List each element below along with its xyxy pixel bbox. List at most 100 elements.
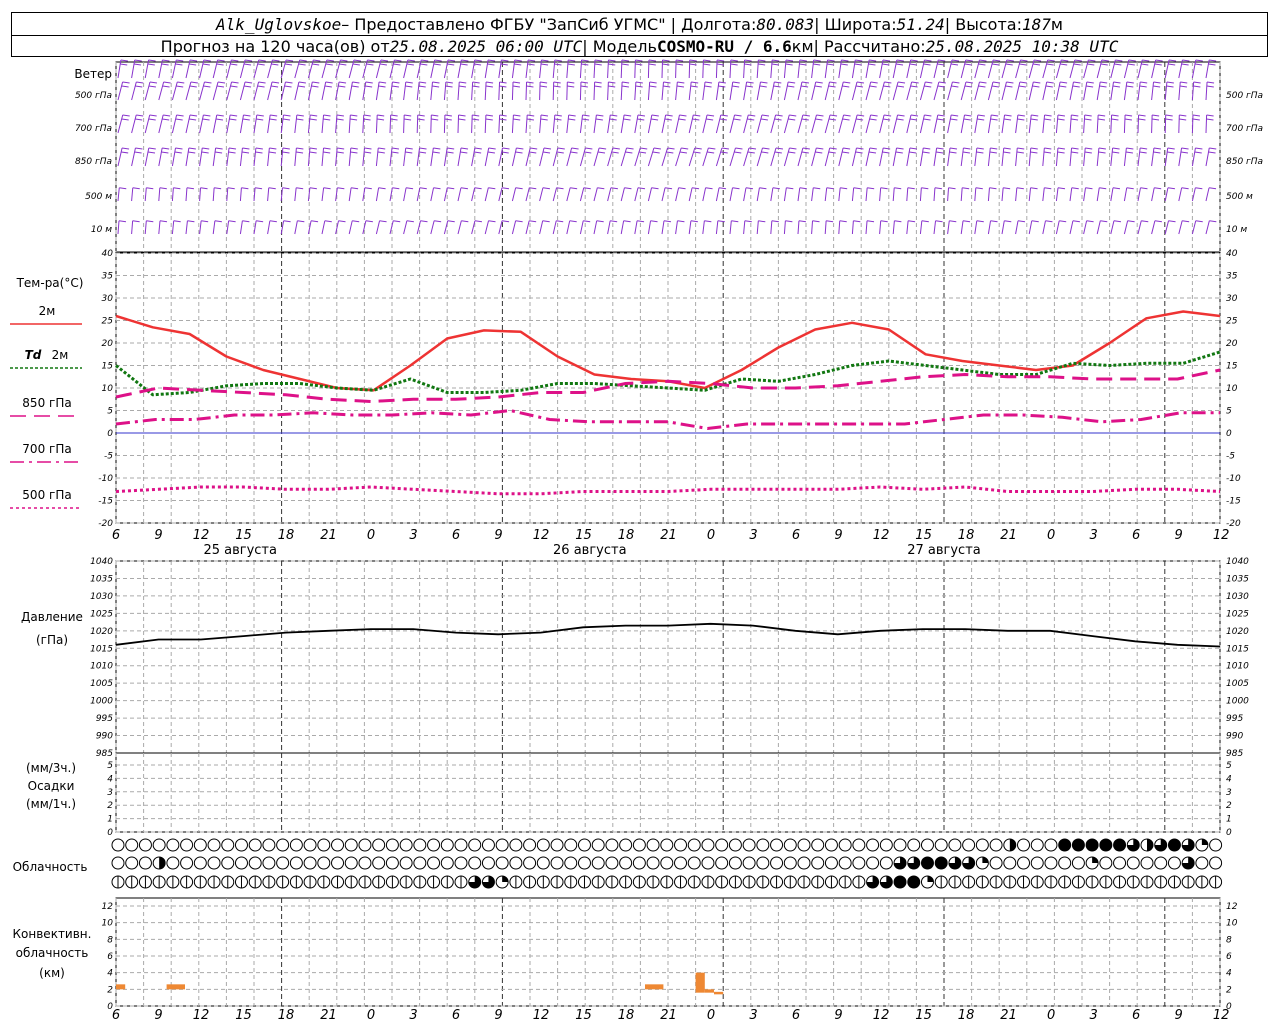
wind-barb-shaft [1123,114,1126,134]
wind-barb-shaft [620,114,625,134]
legend-label: 500 гПа [22,488,71,502]
cloud-symbol [138,838,152,852]
wind-barb-feather [285,59,294,62]
wind-barb-feather [568,114,576,117]
wind-barb [239,187,249,202]
wind-barb [811,114,824,134]
wind-barb-feather [1045,220,1053,223]
wind-barb [1151,220,1162,235]
wind-barb-shaft [552,114,556,134]
wind-barb-feather [667,147,675,150]
wind-barb-feather [596,220,604,223]
wind-barb [675,187,686,202]
wind-barb-feather [1003,147,1011,150]
wind-barb [212,81,226,101]
wind-barb-feather [1044,187,1052,190]
wind-barb-feather [611,151,619,154]
wind-barb-feather [417,118,425,121]
wind-barb-shaft [579,220,584,235]
wind-barb-shaft [1015,187,1018,202]
wind-barb [783,114,797,134]
wind-barb-feather [1127,220,1135,223]
wind-barb-feather [1018,85,1027,88]
wind-barb [1028,187,1038,202]
wind-barb-shaft [879,187,882,202]
wind-barb-shaft [1110,147,1114,167]
wind-barb-feather [1099,187,1107,190]
wind-barb [375,220,387,235]
cloud-symbol [838,875,852,889]
x-tick-label: 12 [193,528,210,543]
wind-barb-shaft [1042,114,1046,134]
wind-barb [131,220,140,235]
wind-barb-feather [1113,220,1122,223]
cloud-symbol [1085,875,1099,889]
wind-barb-shaft [824,220,827,235]
wind-barb [416,114,425,134]
wind-barb [634,81,643,101]
cloud-symbol [852,838,866,852]
wind-barb-feather [485,118,493,121]
wind-barb-feather [1182,59,1190,62]
wind-barb [1123,81,1134,101]
wind-barb [457,114,466,134]
cloud-symbol [331,838,345,852]
wind-barb [634,220,645,235]
wind-level-label-right: 500 м [1226,192,1253,202]
wind-barb [131,59,142,79]
wind-barb-feather [309,118,317,121]
cloud-symbol [591,856,605,870]
wind-barb [1205,220,1217,235]
wind-barb-feather [828,118,837,121]
cloud-circle [756,856,770,870]
wind-barb-feather [215,147,223,150]
wind-barb [294,114,304,134]
wind-barb-feather [553,81,561,84]
cloud-circle [481,856,495,870]
cloud-symbol [742,838,756,852]
wind-barb-shaft [226,147,230,167]
cloud-circle [372,856,386,870]
wind-barb-shaft [933,114,939,134]
cloud-circle [866,856,880,870]
cloud-symbol [1126,838,1140,852]
x-tick-label: 18 [278,528,295,543]
wind-barb-feather [187,220,195,223]
cloud-symbol [770,856,784,870]
wind-barb [457,81,467,101]
cloud-circle [262,856,276,870]
wind-barb [117,59,128,79]
wind-barb-feather [1017,220,1026,223]
wind-barb-feather [312,63,320,66]
wind-label: Ветер [74,67,112,81]
precip-ytick-right: 0 [1226,828,1232,838]
wind-barb-shaft [498,147,504,167]
wind-barb [756,147,770,167]
wind-barb [253,114,264,134]
wind-barb-feather [842,151,850,154]
wind-barb-shaft [1096,81,1101,101]
wind-barb-shaft [688,59,691,79]
wind-barb-feather [1126,187,1134,190]
cloud-circle [701,856,715,870]
wind-barb [579,114,590,134]
wind-barb [729,187,740,202]
cloud-symbol [866,838,880,852]
wind-barb [607,59,616,79]
wind-barb [743,187,754,202]
wind-barb-shaft [729,81,734,101]
wind-barb [675,147,689,167]
wind-barb-feather [407,59,415,62]
wind-barb [729,220,739,235]
wind-barb-feather [118,220,127,223]
wind-barb-shaft [879,114,885,134]
wind-barb-feather [895,63,904,66]
wind-barb [158,59,170,79]
wind-barb-feather [256,220,264,223]
wind-barb-shaft [770,220,773,235]
wind-barb [1151,59,1163,79]
temp-ytick-left: 20 [102,339,114,349]
wind-barb [375,147,386,167]
wind-barb [1151,147,1161,167]
wind-barb [1055,220,1067,235]
